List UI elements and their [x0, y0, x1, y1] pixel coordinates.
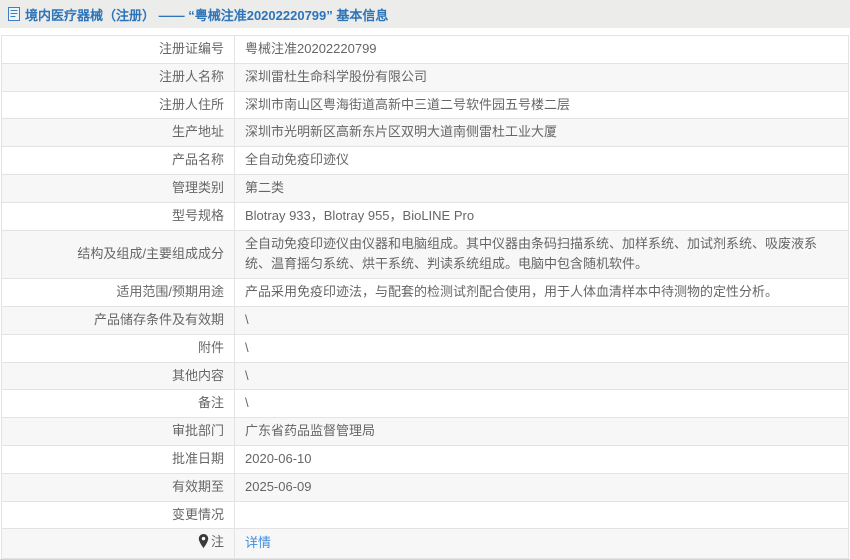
row-label: 生产地址	[171, 124, 224, 140]
table-row: 产品储存条件及有效期 \	[1, 305, 849, 335]
row-label: 注册人住所	[158, 96, 224, 112]
table-row: 生产地址 深圳市光明新区高新东片区双明大道南侧雷杜工业大厦	[1, 118, 849, 148]
registration-info-table: 注册证编号 粤械注准20202220799 注册人名称 深圳雷杜生命科学股份有限公司注…	[1, 35, 849, 559]
row-label: 结构及组成/主要组成成分	[77, 245, 224, 261]
document-icon	[8, 7, 20, 21]
table-row: 变更情况	[1, 500, 849, 530]
row-value: 产品采用免疫印迹法，与配套的检测试剂配合使用，用于人体血清样本中待测物的定性分析…	[245, 284, 779, 300]
table-row: 有效期至 2025-06-09	[1, 472, 849, 502]
row-label: 其他内容	[171, 367, 224, 383]
row-label: 注册人名称	[158, 68, 224, 84]
row-value: \	[245, 395, 249, 411]
row-label: 产品名称	[171, 152, 224, 168]
row-label: 管理类别	[171, 179, 224, 195]
row-label: 附件	[197, 339, 224, 355]
row-value: 全自动免疫印迹仪由仪器和电脑组成。其中仪器由条码扫描系统、加样系统、加试剂系统、…	[245, 235, 818, 272]
row-label: 注	[210, 534, 224, 550]
registration-info-table-wrap: 注册证编号 粤械注准20202220799 注册人名称 深圳雷杜生命科学股份有限公司注…	[1, 35, 849, 559]
info-table-body: 注册证编号 粤械注准20202220799 注册人名称 深圳雷杜生命科学股份有限公司注…	[1, 35, 849, 559]
table-row: 注册证编号 粤械注准20202220799	[1, 35, 849, 64]
row-value: Blotray 933，Blotray 955，BioLINE Pro	[245, 207, 475, 223]
row-value: 2020-06-10	[245, 450, 312, 466]
table-row: 管理类别 第二类	[1, 173, 849, 203]
row-value: 全自动免疫印迹仪	[245, 152, 350, 168]
table-row: 型号规格 Blotray 933，Blotray 955，BioLINE Pro	[1, 201, 849, 231]
table-row: 注册人名称 深圳雷杜生命科学股份有限公司	[1, 62, 849, 92]
row-label: 型号规格	[171, 207, 224, 223]
table-row: 批准日期 2020-06-10	[1, 444, 849, 474]
page-header: 境内医疗器械（注册） —— “粤械注准20202220799” 基本信息	[0, 0, 850, 28]
table-row: 审批部门 广东省药品监督管理局	[1, 417, 849, 446]
row-value: \	[245, 367, 249, 383]
row-value: 深圳市南山区粤海街道高新中三道二号软件园五号楼二层	[245, 96, 571, 112]
row-label: 有效期至	[171, 478, 224, 494]
table-row: 附件 \	[1, 333, 849, 363]
row-value: 粤械注准20202220799	[245, 41, 377, 56]
table-row: 备注 \	[1, 389, 849, 419]
table-row: 结构及组成/主要组成成分 全自动免疫印迹仪由仪器和电脑组成。其中仪器由条码扫描系统…	[1, 229, 849, 280]
row-value: 深圳市光明新区高新东片区双明大道南侧雷杜工业大厦	[245, 124, 558, 140]
row-label: 批准日期	[171, 450, 224, 466]
row-label: 备注	[197, 395, 224, 411]
table-row: 注 详情	[1, 528, 849, 559]
table-row: 适用范围/预期用途 产品采用免疫印迹法，与配套的检测试剂配合使用，用于人体血清样本…	[1, 278, 849, 307]
row-value: 第二类	[245, 179, 285, 195]
row-value: 2025-06-09	[245, 478, 312, 494]
table-row: 注册人住所 深圳市南山区粤海街道高新中三道二号软件园五号楼二层	[1, 90, 849, 120]
row-value: \	[245, 339, 249, 355]
page-title: 境内医疗器械（注册） —— “粤械注准20202220799” 基本信息	[25, 7, 389, 23]
row-label: 变更情况	[171, 506, 224, 522]
row-label: 适用范围/预期用途	[116, 284, 224, 300]
table-row: 其他内容 \	[1, 361, 849, 391]
row-label: 注册证编号	[158, 41, 224, 56]
row-value: 广东省药品监督管理局	[245, 423, 376, 439]
row-value: \	[245, 311, 249, 327]
row-label: 审批部门	[171, 423, 224, 439]
pin-icon	[198, 534, 209, 555]
row-value: 深圳雷杜生命科学股份有限公司	[245, 68, 428, 84]
row-label: 产品储存条件及有效期	[93, 311, 224, 327]
details-link[interactable]: 详情	[245, 535, 271, 550]
table-row: 产品名称 全自动免疫印迹仪	[1, 146, 849, 175]
